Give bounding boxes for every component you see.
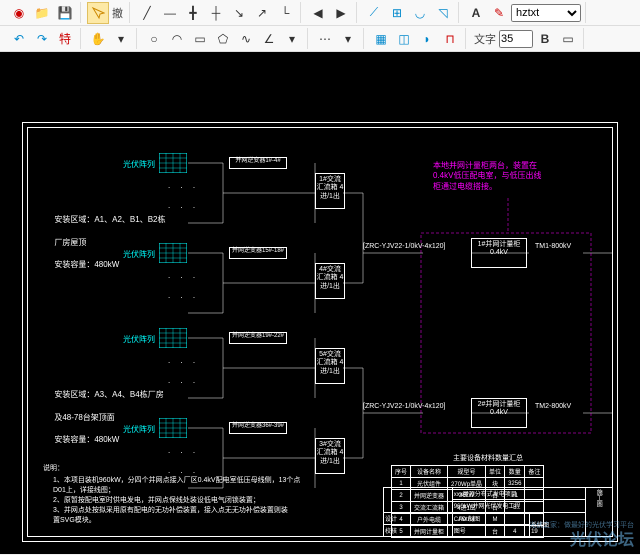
hline-tool[interactable]: — (159, 2, 181, 24)
dots-1b: . . . (168, 201, 199, 210)
pan-label: 撤 (112, 5, 123, 21)
text-pen-button[interactable]: ✎ (488, 2, 510, 24)
arrow-l-tool[interactable]: ◀ (307, 2, 329, 24)
dots-3: . . . (168, 356, 199, 365)
dots-2: . . . (168, 271, 199, 280)
cable-label-1: [ZRC-YJV22-1/0kV-4x120] (363, 243, 445, 250)
trafo-label-2: TM2-800kV (535, 403, 571, 410)
cap-tool[interactable]: ⊓ (439, 28, 461, 50)
hatch-tool[interactable]: ▦ (370, 28, 392, 50)
note-2: 2、原暂按配电室时供电发电，并网点保线处装设低电气闭锁装置； (53, 495, 260, 505)
combiner-2: 4#交流 汇流箱 4进/1出 (315, 263, 345, 299)
dots-2b: . . . (168, 291, 199, 300)
pv-label-1: 光伏阵列 (123, 159, 155, 170)
drop2-icon[interactable]: ▾ (281, 28, 303, 50)
poly-tool[interactable]: ⬠ (212, 28, 234, 50)
trafo-label-1: TM1-800kV (535, 243, 571, 250)
note-1b: D01上，详接线图； (53, 485, 115, 495)
plus-tool[interactable]: ┼ (205, 2, 227, 24)
inverter-box-4: 并网逆变器36#-39# (229, 422, 287, 434)
combiner-3: 5#交流 汇流箱 4进/1出 (315, 348, 345, 384)
new-doc-button[interactable]: ◉ (8, 2, 30, 24)
select-tool-button[interactable] (87, 2, 109, 24)
solar-icon-3 (159, 328, 187, 348)
notes-title: 说明： (43, 463, 64, 473)
combiner-4: 3#交流 汇流箱 4进/1出 (315, 438, 345, 474)
open-button[interactable]: 📁 (31, 2, 53, 24)
note-1: 1、本项目装机960kW，分四个并网点接入厂区0.4kV配电室低压母线侧，13个… (53, 475, 300, 485)
combiner-1: 1#交流 汇流箱 4进/1出 (315, 173, 345, 209)
region1-note: 安装区域：A1、A2、B1、B2栋 厂房屋顶 安装容量：480kW (41, 203, 165, 281)
pv-label-3: 光伏阵列 (123, 334, 155, 345)
arc2-tool[interactable]: ◡ (409, 2, 431, 24)
region2-note: 安装区域：A3、A4、B4栋厂房 及48-78台架顶面 安装容量：480kW (41, 378, 164, 456)
line-tool[interactable]: ╱ (136, 2, 158, 24)
more-tool[interactable]: ⋯ (314, 28, 336, 50)
arrow1-tool[interactable]: ↘ (228, 2, 250, 24)
region-tool[interactable]: ◫ (393, 28, 415, 50)
equip-table-title: 主要设备材料数量汇总 (453, 453, 523, 463)
prop-button[interactable]: 特 (54, 28, 76, 50)
round-tool[interactable]: ◗ (416, 28, 438, 50)
corner-tool[interactable]: ◹ (432, 2, 454, 24)
drop3-icon[interactable]: ▾ (337, 28, 359, 50)
undo-button[interactable]: ↶ (8, 28, 30, 50)
rect-tool[interactable]: ▭ (189, 28, 211, 50)
font-select[interactable]: hztxt (511, 4, 581, 22)
save-button[interactable]: 💾 (54, 2, 76, 24)
ortho-tool[interactable]: └ (274, 2, 296, 24)
text-size-input[interactable] (499, 30, 533, 48)
drawing-frame: 光伏阵列 光伏阵列 光伏阵列 光伏阵列 并网逆变器1#-4# 并网逆变器15#-… (22, 122, 618, 542)
cable-label-2: [ZRC-YJV22-1/0kV-4x120] (363, 403, 445, 410)
drawing-canvas[interactable]: 光伏阵列 光伏阵列 光伏阵列 光伏阵列 并网逆变器1#-4# 并网逆变器15#-… (0, 52, 640, 554)
circle-tool[interactable]: ○ (143, 28, 165, 50)
arc-tool[interactable]: ◠ (166, 28, 188, 50)
dots-4b: . . . (168, 466, 199, 475)
tag-button[interactable]: ▭ (557, 28, 579, 50)
note-3: 3、并网点处按拟采用原有配电的无功补偿装置，接入点无无功补偿装置则装 (53, 505, 288, 515)
inverter-box-2: 并网逆变器15#-18# (229, 247, 287, 259)
meter-box-1: 1#并网计量柜 0.4kV (471, 238, 527, 268)
inverter-box-3: 并网逆变器19#-22# (229, 332, 287, 344)
arrow2-tool[interactable]: ↗ (251, 2, 273, 24)
dots-3b: . . . (168, 376, 199, 385)
dots-4: . . . (168, 446, 199, 455)
meter-box-2: 2#并网计量柜 0.4kV (471, 398, 527, 428)
hand-icon[interactable]: ✋ (87, 28, 109, 50)
angle-tool[interactable]: ∠ (258, 28, 280, 50)
curve-tool[interactable]: ∿ (235, 28, 257, 50)
drop-icon[interactable]: ▾ (110, 28, 132, 50)
solar-icon-1 (159, 153, 187, 173)
kline-tool[interactable]: ⟋ (363, 2, 385, 24)
text-label: 文字 (474, 31, 496, 47)
dots-1: . . . (168, 181, 199, 190)
cross-tool[interactable]: ╋ (182, 2, 204, 24)
meter-note: 本地并网计量柜两台，装置在 0.4kV低压配电室，与低压出线 柜通过电缆搭接。 (433, 161, 541, 192)
text-A-button[interactable]: A (465, 2, 487, 24)
watermark-text: 光伏论坛 (570, 526, 634, 550)
inverter-box-1: 并网逆变器1#-4# (229, 157, 287, 169)
arrow-r-tool[interactable]: ▶ (330, 2, 352, 24)
note-3b: 置SVG模块。 (53, 515, 96, 525)
bold-button[interactable]: B (534, 28, 556, 50)
plusbox-tool[interactable]: ⊞ (386, 2, 408, 24)
redo-button[interactable]: ↷ (31, 28, 53, 50)
